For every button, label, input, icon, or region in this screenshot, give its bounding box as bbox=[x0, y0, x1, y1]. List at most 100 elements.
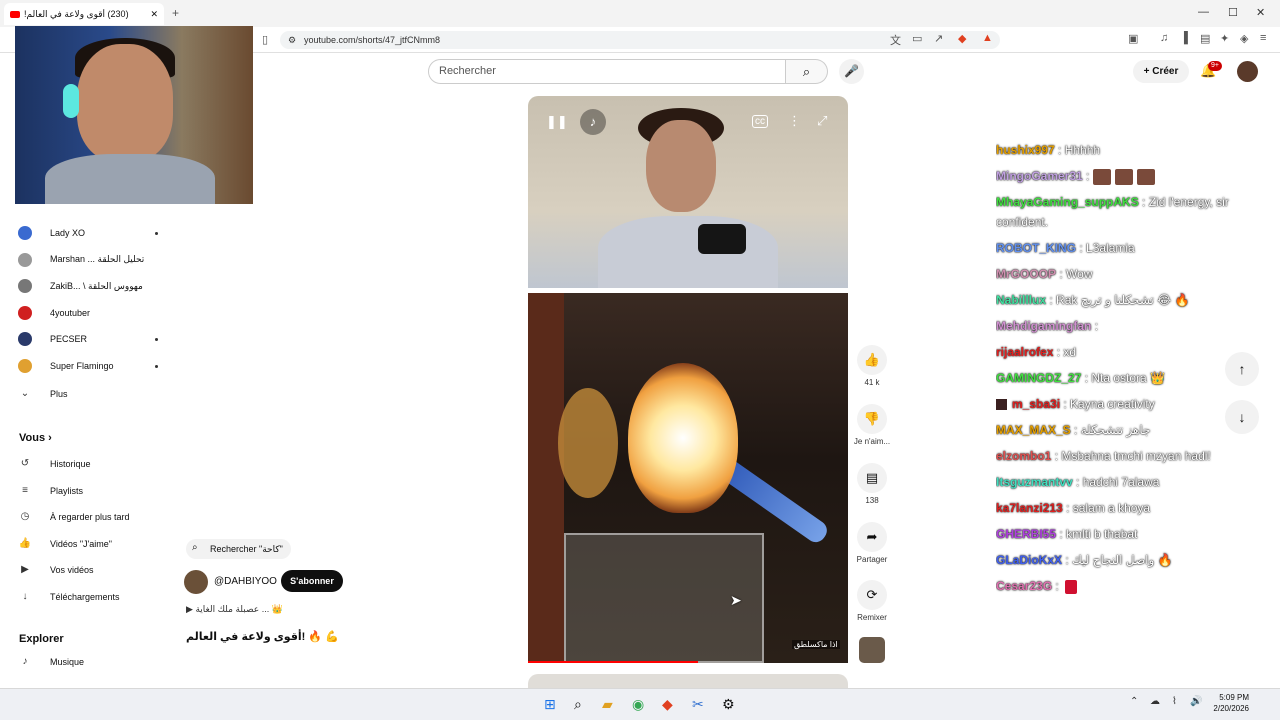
remix-action[interactable]: ⟳ Remixer bbox=[853, 580, 891, 622]
thumbs-up-icon[interactable]: 👍 bbox=[857, 345, 887, 375]
tab-close-icon[interactable]: ✕ bbox=[150, 9, 158, 20]
translate-icon[interactable]: 文 bbox=[890, 32, 901, 48]
sidebar-subscription-item[interactable]: Super Flamingo bbox=[18, 355, 158, 377]
pause-button[interactable]: ❚❚ bbox=[546, 114, 568, 130]
fullscreen-icon: ⤢ bbox=[817, 113, 828, 128]
chat-message: MingoGamer31 : bbox=[996, 163, 1258, 189]
chat-username: Nabilllux bbox=[996, 293, 1047, 307]
dislike-label: Je n'aim... bbox=[853, 437, 891, 446]
sidebar-subscription-item[interactable]: PECSER bbox=[18, 328, 158, 350]
sidebar-item-watch-later[interactable]: ◷ À regarder plus tard bbox=[18, 506, 158, 528]
sidebar-item-label: Musique bbox=[50, 657, 85, 667]
more-options-button[interactable]: ⋮ bbox=[788, 113, 801, 129]
sidebar-item-music[interactable]: ♪ Musique bbox=[18, 651, 158, 673]
screenshot-icon[interactable]: ▣ bbox=[1128, 32, 1138, 45]
new-tab-button[interactable]: + bbox=[172, 6, 179, 20]
volume-button[interactable]: ♪ bbox=[580, 109, 606, 135]
search-button[interactable]: ⌕ bbox=[786, 59, 828, 84]
minimize-button[interactable]: — bbox=[1198, 6, 1209, 18]
browser-tab[interactable]: (230) أقوى ولاعة في العالم! ✕ bbox=[4, 3, 164, 25]
play-icon: ▶ bbox=[186, 604, 193, 614]
voice-search-button[interactable]: 🎤 bbox=[839, 59, 864, 84]
chat-username: Cesar23G bbox=[996, 579, 1053, 593]
chat-username: GAMINGDZ_27 bbox=[996, 371, 1082, 385]
video-bottom-panel[interactable] bbox=[528, 293, 848, 663]
network-icon[interactable]: ⌇ bbox=[1172, 696, 1177, 707]
onedrive-icon[interactable]: ☁ bbox=[1150, 696, 1160, 707]
sidebar-item-liked-videos[interactable]: 👍 Vidéos "J'aime" bbox=[18, 533, 158, 555]
thumbs-down-icon[interactable]: 👎 bbox=[857, 404, 887, 434]
sidebar-item-playlists[interactable]: ≡ Playlists bbox=[18, 480, 158, 502]
wallet-icon[interactable]: ▤ bbox=[1200, 32, 1210, 45]
fullscreen-button[interactable]: ⤢ bbox=[817, 113, 827, 129]
system-clock[interactable]: 5:09 PM 2/20/2026 bbox=[1205, 692, 1249, 714]
channel-avatar[interactable] bbox=[184, 570, 208, 594]
like-action[interactable]: 👍 41 k bbox=[853, 345, 891, 387]
leo-ai-icon[interactable]: ✦ bbox=[1220, 32, 1229, 45]
cast-icon[interactable]: ▭ bbox=[912, 32, 922, 45]
windows-start-icon[interactable]: ⊞ bbox=[544, 696, 556, 713]
chat-text: : جاهز تتشحكلة bbox=[1074, 423, 1151, 437]
chat-username: GLaDioKxX bbox=[996, 553, 1063, 567]
liked-videos-icon: 👍 bbox=[18, 537, 32, 549]
maximize-button[interactable]: ☐ bbox=[1228, 6, 1238, 19]
vpn-icon[interactable]: ◈ bbox=[1240, 32, 1248, 45]
account-avatar[interactable] bbox=[1237, 61, 1258, 82]
chat-username: Mehdigamingfan bbox=[996, 319, 1092, 333]
sidebar-you-section[interactable]: Vous › bbox=[19, 432, 52, 444]
chat-text: : xd bbox=[1056, 345, 1077, 359]
tray-chevron-icon[interactable]: ⌃ bbox=[1130, 696, 1138, 707]
comment-icon[interactable]: ▤ bbox=[857, 463, 887, 493]
settings-gear-icon[interactable]: ⚙ bbox=[722, 696, 735, 713]
chat-username: m_sba3i bbox=[1012, 397, 1061, 411]
chevron-right-icon: › bbox=[48, 432, 52, 444]
share-action[interactable]: ➦ Partager bbox=[853, 522, 891, 564]
close-window-button[interactable]: ✕ bbox=[1256, 6, 1265, 19]
sidebar-subscription-item[interactable]: Marshan ... تحليل الحلقة bbox=[18, 249, 158, 271]
chat-text: : Nta ostora 👑 bbox=[1084, 371, 1166, 385]
brave-taskbar-icon[interactable]: ◆ bbox=[662, 696, 673, 713]
search-chip[interactable]: Rechercher "كاحة" bbox=[186, 539, 291, 559]
chrome-icon[interactable]: ◉ bbox=[632, 696, 644, 713]
sidebar-subscription-item[interactable]: ZakiB... \ مهووس الحلقة bbox=[18, 275, 158, 297]
comments-action[interactable]: ▤ 138 bbox=[853, 463, 891, 505]
sidebar-more-button[interactable]: ⌄ Plus bbox=[18, 383, 158, 405]
snipping-tool-icon[interactable]: ✂ bbox=[692, 696, 704, 713]
site-info-icon[interactable]: ⚙ bbox=[288, 31, 296, 49]
create-button[interactable]: + Créer bbox=[1133, 60, 1189, 83]
playlists-icon: ≡ bbox=[22, 484, 28, 496]
sound-thumbnail[interactable] bbox=[859, 637, 885, 663]
sidebar-item-label: Téléchargements bbox=[50, 592, 120, 602]
search-input[interactable]: Rechercher bbox=[428, 59, 786, 84]
video-progress-bar[interactable] bbox=[528, 661, 698, 663]
sidebar-subscription-item[interactable]: Lady XO bbox=[18, 222, 158, 244]
share-page-icon[interactable]: ↗ bbox=[934, 32, 943, 45]
sidebar-toggle-icon[interactable]: ▐ bbox=[1180, 32, 1188, 44]
brave-shield-icon[interactable]: ◆ bbox=[958, 32, 966, 45]
sidebar-subscription-item[interactable]: 4youtuber bbox=[18, 302, 158, 324]
file-explorer-icon[interactable]: ▰ bbox=[602, 696, 613, 713]
subscription-label: Super Flamingo bbox=[50, 361, 114, 371]
captions-button[interactable]: cc bbox=[752, 115, 768, 128]
speaker-icon[interactable]: 🔊 bbox=[1190, 696, 1202, 707]
dislike-action[interactable]: 👎 Je n'aim... bbox=[853, 404, 891, 446]
remix-icon[interactable]: ⟳ bbox=[857, 580, 887, 610]
menu-icon[interactable]: ≡ bbox=[1260, 32, 1266, 44]
sidebar-item-downloads[interactable]: ↓ Téléchargements bbox=[18, 586, 158, 608]
brave-rewards-icon[interactable]: ▲ bbox=[982, 32, 993, 44]
sidebar-item-history[interactable]: ↺ Historique bbox=[18, 453, 158, 475]
sidebar-item-your-videos[interactable]: ▶ Vos vidéos bbox=[18, 559, 158, 581]
clock-time: 5:09 PM bbox=[1219, 693, 1249, 702]
chat-username: elzombo1 bbox=[996, 449, 1052, 463]
taskbar-search-icon[interactable]: ⌕ bbox=[574, 696, 582, 713]
media-icon[interactable]: ♫ bbox=[1160, 32, 1168, 44]
subscribe-button[interactable]: S'abonner bbox=[281, 570, 343, 592]
playlist-link[interactable]: ▶ عصبلة ملك الغاية ... 👑 bbox=[186, 604, 283, 615]
sidebar-item-label: Historique bbox=[50, 459, 91, 469]
bookmark-icon[interactable]: ▯ bbox=[262, 33, 268, 46]
youtube-favicon-icon bbox=[10, 10, 20, 18]
channel-name[interactable]: @DAHBIYOO bbox=[214, 576, 277, 587]
share-icon[interactable]: ➦ bbox=[857, 522, 887, 552]
next-short-thumbnail[interactable] bbox=[528, 674, 848, 688]
channel-avatar-icon bbox=[18, 359, 32, 373]
